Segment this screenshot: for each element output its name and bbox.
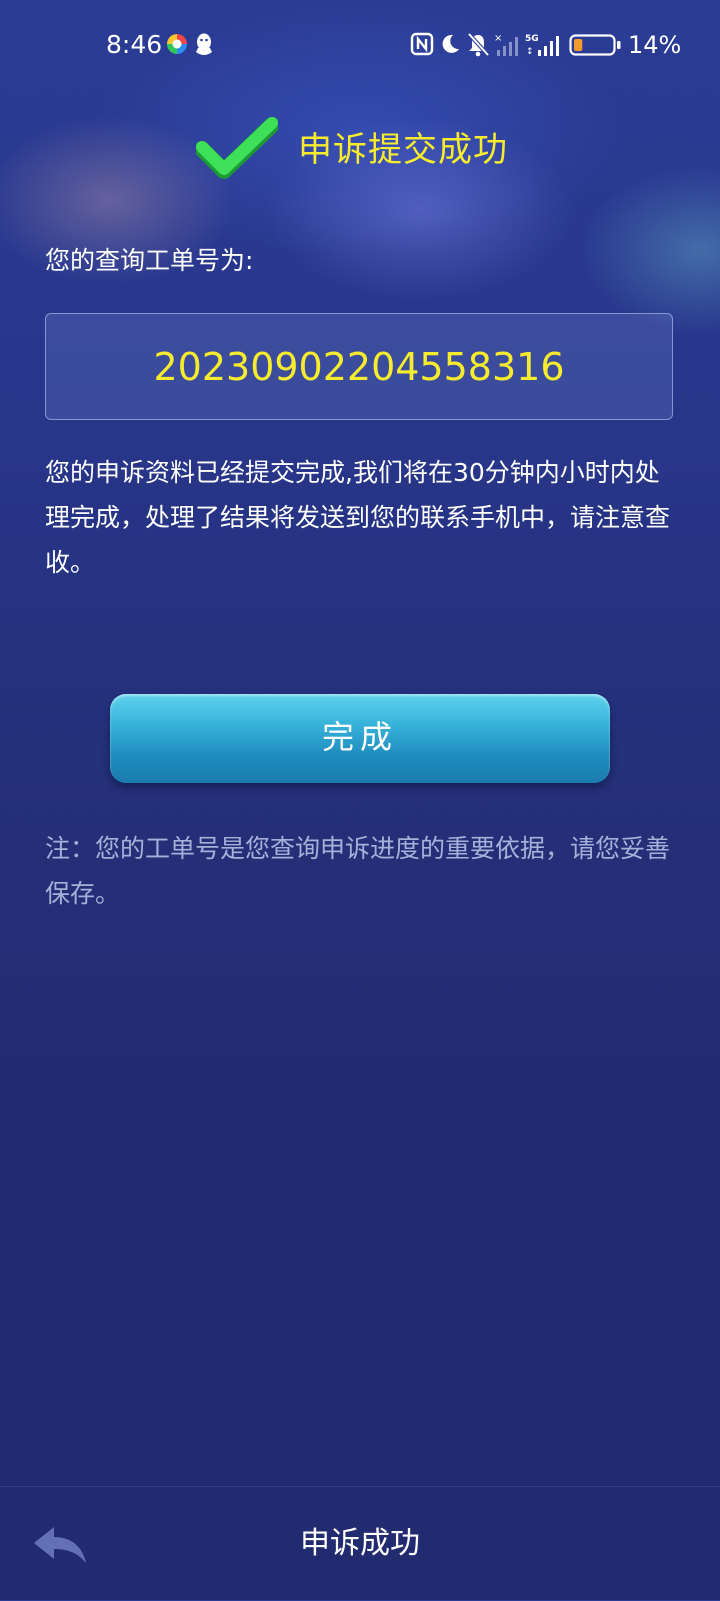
done-button[interactable]: 完成: [110, 694, 610, 783]
ticket-number-box: 20230902204558316: [45, 313, 673, 420]
svg-text:5G: 5G: [525, 34, 539, 44]
success-title: 申诉提交成功: [298, 130, 508, 170]
check-icon: [196, 117, 278, 179]
qq-icon: [196, 33, 212, 55]
moon-icon: [442, 34, 459, 53]
success-header: 申诉提交成功: [0, 105, 720, 195]
bell-muted-icon: [467, 32, 490, 57]
svg-text:×: ×: [494, 33, 502, 44]
svg-text:↕: ↕: [526, 47, 534, 57]
done-button-label: 完成: [321, 718, 398, 756]
signal-5g-icon: 5G ↕: [525, 34, 559, 57]
ticket-label: 您的查询工单号为:: [45, 246, 254, 275]
save-note: 注：您的工单号是您查询申诉进度的重要依据，请您妥善保存。: [45, 834, 671, 908]
signal-no-sim-icon: ×: [494, 33, 518, 56]
battery-percent: 14%: [628, 31, 682, 59]
app-logo-icon: [167, 34, 187, 54]
bottom-title: 申诉成功: [300, 1526, 420, 1561]
status-time: 8:46: [106, 30, 163, 59]
nfc-icon: [410, 32, 434, 56]
ticket-number: 20230902204558316: [153, 345, 565, 389]
status-bar: 8:46 × 5G ↕ 14%: [0, 0, 720, 92]
submission-message: 您的申诉资料已经提交完成,我们将在30分钟内小时内处理完成，处理了结果将发送到您…: [45, 458, 671, 577]
bottom-bar: 申诉成功: [0, 1486, 720, 1601]
battery-icon: [569, 34, 621, 56]
